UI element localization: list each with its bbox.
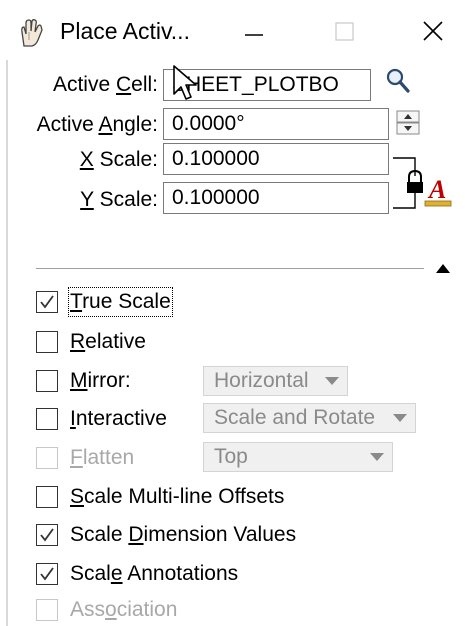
close-icon [423, 21, 443, 41]
text-style-button[interactable]: A [423, 174, 453, 212]
maximize-button[interactable] [315, 8, 375, 54]
true-scale-label: True Scale [68, 287, 173, 317]
maximize-icon [335, 22, 354, 41]
svg-text:A: A [427, 175, 446, 204]
section-separator [36, 268, 424, 269]
mirror-label: Mirror: [70, 369, 131, 392]
window-left-border [6, 60, 8, 626]
scale-dimension-option[interactable]: Scale Dimension Values [36, 522, 356, 550]
association-checkbox [36, 599, 58, 621]
association-option: Association [36, 597, 256, 625]
microstation-hand-icon[interactable] [18, 18, 44, 48]
chevron-down-icon [370, 453, 384, 461]
lock-icon [393, 157, 423, 209]
x-scale-label: X Scale: [79, 148, 158, 171]
mirror-checkbox[interactable] [36, 370, 58, 392]
x-scale-input[interactable]: 0.100000 [163, 143, 389, 175]
text-style-icon: A [424, 175, 452, 207]
spin-updown-icon [396, 110, 420, 135]
flatten-combo-value: Top [214, 445, 248, 468]
mirror-combo[interactable]: Horizontal [203, 366, 348, 396]
title-bar[interactable]: Place Activ... [0, 0, 465, 62]
chevron-down-icon [393, 414, 407, 422]
scale-lock-button[interactable] [393, 146, 427, 218]
chevron-down-icon [325, 377, 339, 385]
mirror-option[interactable]: Mirror: [36, 368, 196, 396]
window-title: Place Activ... [60, 18, 190, 44]
y-scale-value: 0.100000 [172, 186, 260, 209]
interactive-checkbox[interactable] [36, 408, 58, 430]
interactive-option[interactable]: Interactive [36, 406, 196, 434]
magnifier-icon [386, 68, 410, 93]
collapse-button[interactable] [434, 260, 452, 276]
check-icon [40, 295, 54, 309]
association-label: Association [70, 598, 178, 621]
interactive-label: Interactive [70, 407, 167, 430]
relative-label: Relative [70, 330, 146, 353]
check-icon [40, 528, 54, 542]
true-scale-option[interactable]: True Scale [36, 287, 236, 317]
triangle-up-icon [436, 264, 450, 273]
scale-multiline-checkbox[interactable] [36, 486, 58, 508]
flatten-checkbox [36, 447, 58, 469]
active-angle-label: Active Angle: [36, 113, 158, 136]
mirror-combo-value: Horizontal [214, 369, 309, 392]
scale-annotations-checkbox[interactable] [36, 563, 58, 585]
check-icon [40, 567, 54, 581]
relative-checkbox[interactable] [36, 331, 58, 353]
relative-option[interactable]: Relative [36, 329, 236, 357]
scale-annotations-label: Scale Annotations [70, 562, 239, 585]
mouse-cursor-icon [172, 64, 202, 104]
scale-annotations-option[interactable]: Scale Annotations [36, 561, 356, 589]
cell-browse-button[interactable] [382, 66, 412, 96]
scale-dimension-checkbox[interactable] [36, 524, 58, 546]
minimize-icon [245, 34, 263, 36]
scale-multiline-option[interactable]: Scale Multi-line Offsets [36, 484, 356, 512]
true-scale-checkbox[interactable] [36, 291, 58, 313]
active-cell-label: Active Cell: [52, 73, 158, 96]
flatten-combo: Top [203, 442, 393, 472]
x-scale-value: 0.100000 [172, 147, 260, 170]
interactive-combo[interactable]: Scale and Rotate [203, 403, 416, 433]
flatten-label: Flatten [70, 446, 135, 469]
active-angle-value: 0.0000° [172, 112, 245, 135]
scale-dimension-label: Scale Dimension Values [70, 523, 297, 546]
flatten-option: Flatten [36, 445, 196, 473]
active-angle-input[interactable]: 0.0000° [163, 108, 389, 140]
scale-multiline-label: Scale Multi-line Offsets [70, 485, 285, 508]
minimize-button[interactable] [225, 8, 285, 54]
close-button[interactable] [405, 8, 465, 54]
y-scale-label: Y Scale: [80, 188, 158, 211]
angle-spinner[interactable] [396, 110, 420, 136]
y-scale-input[interactable]: 0.100000 [163, 182, 389, 214]
interactive-combo-value: Scale and Rotate [214, 406, 376, 429]
